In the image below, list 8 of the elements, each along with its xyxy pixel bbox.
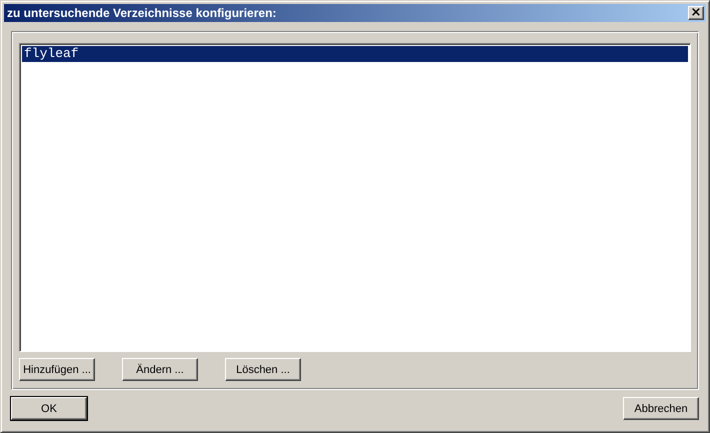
list-button[interactable]: Hinzufügen ... [19, 358, 95, 381]
list-item[interactable]: flyleaf [22, 46, 688, 62]
dialog-button[interactable]: Abbrechen [623, 397, 699, 420]
list-button[interactable]: Löschen ... [225, 358, 301, 381]
list-button[interactable]: Ändern ... [122, 358, 198, 381]
dialog-button[interactable]: OK [11, 397, 87, 420]
close-button[interactable]: × [688, 6, 704, 20]
window-title: zu untersuchende Verzeichnisse konfigurieren: [7, 6, 276, 20]
